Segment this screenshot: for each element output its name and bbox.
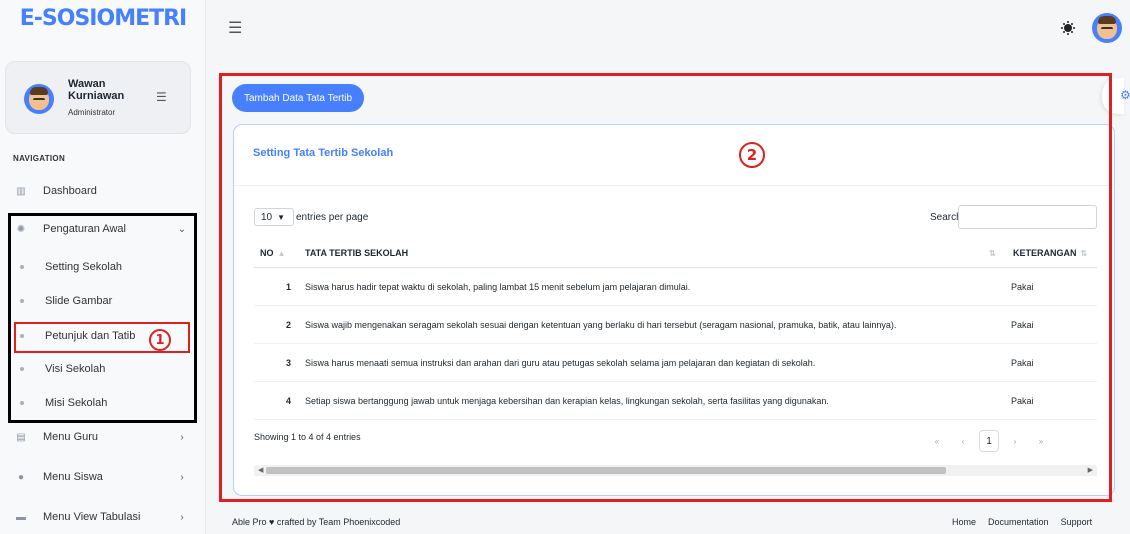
annotation-black-box [8, 213, 197, 423]
app-logo[interactable]: E-SOSIOMETRI [0, 6, 206, 31]
footer-credit: Able Pro ♥ crafted by Team Phoenixcoded [232, 517, 401, 527]
footer-link-documentation[interactable]: Documentation [988, 517, 1049, 527]
footer-links: Home Documentation Support [952, 517, 1092, 527]
hamburger-menu-icon[interactable]: ☰ [228, 18, 242, 38]
dashboard-icon: ▥ [16, 185, 26, 197]
sidebar-item-menu-view-tabulasi[interactable]: ▬ Menu View Tabulasi › [10, 507, 190, 527]
sun-icon[interactable] [1060, 20, 1076, 36]
user-card: Wawan Kurniawan Administrator ☰ [5, 61, 191, 134]
footer-link-home[interactable]: Home [952, 517, 976, 527]
user-role: Administrator [68, 108, 116, 117]
chevron-right-icon: › [180, 511, 184, 523]
sidebar-item-dashboard[interactable]: ▥ Dashboard [10, 181, 190, 201]
user-avatar [24, 84, 54, 114]
annotation-marker-2: 2 [739, 142, 765, 168]
sidebar-item-label: Menu Siswa [43, 471, 103, 483]
gear-icon: ⚙ [1120, 88, 1130, 102]
nav-caption: NAVIGATION [13, 154, 66, 163]
sidebar-item-menu-siswa[interactable]: ● Menu Siswa › [10, 467, 190, 487]
sidebar-item-label: Menu Guru [43, 431, 99, 443]
footer-link-support[interactable]: Support [1061, 517, 1093, 527]
user-icon: ● [17, 471, 25, 483]
header-avatar[interactable] [1092, 13, 1122, 43]
chevron-right-icon: › [180, 471, 184, 483]
user-name: Wawan Kurniawan [68, 78, 125, 102]
sidebar-item-label: Menu View Tabulasi [43, 511, 141, 523]
chevron-right-icon: › [180, 431, 184, 443]
table-icon: ▬ [16, 511, 26, 523]
sidebar-item-label: Dashboard [43, 185, 97, 197]
document-icon: ▤ [16, 431, 26, 443]
annotation-red-box-main [219, 73, 1112, 502]
user-menu-toggle-icon[interactable]: ☰ [156, 90, 167, 104]
sidebar-item-menu-guru[interactable]: ▤ Menu Guru › [10, 427, 190, 447]
annotation-marker-1: 1 [149, 329, 171, 351]
